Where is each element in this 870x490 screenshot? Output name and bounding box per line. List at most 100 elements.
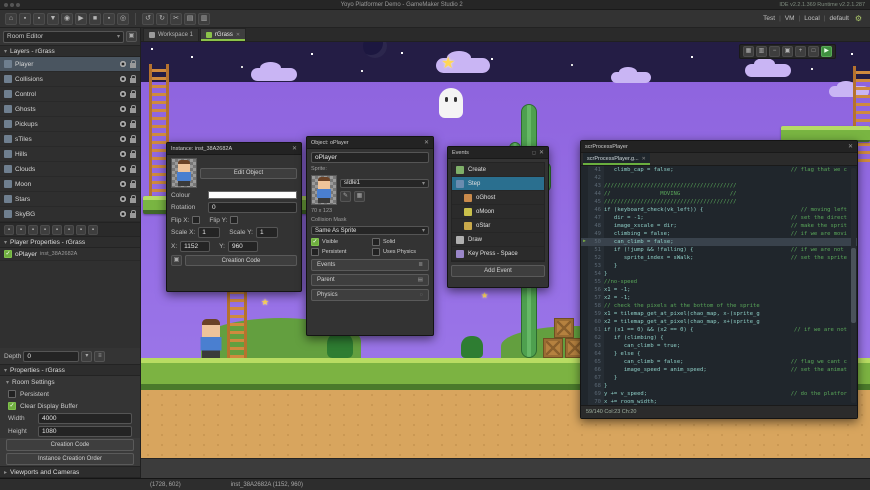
layer-row-skybg[interactable]: SkyBG bbox=[0, 207, 140, 222]
viewports-header[interactable]: ▸ Viewports and Cameras bbox=[0, 466, 140, 478]
clean-icon[interactable]: ▪ bbox=[103, 12, 115, 25]
rotation-input[interactable]: 0 bbox=[208, 202, 297, 213]
player-properties-header[interactable]: ▾ Player Properties - rGrass bbox=[0, 236, 140, 248]
layer-row-stars[interactable]: Stars bbox=[0, 192, 140, 207]
clear-display-buffer-row[interactable]: ✓ Clear Display Buffer bbox=[0, 400, 140, 412]
instance-creation-order-button[interactable]: Instance Creation Order bbox=[6, 453, 134, 465]
persistent-row[interactable]: Persistent bbox=[0, 388, 140, 400]
flip-y-checkbox[interactable] bbox=[230, 216, 239, 224]
rename-layer-icon[interactable]: ▪ bbox=[64, 224, 74, 235]
copy-icon[interactable]: ▤ bbox=[184, 12, 196, 25]
instance-creation-code-button[interactable]: Creation Code bbox=[185, 255, 297, 266]
lock-icon[interactable] bbox=[130, 104, 136, 113]
lock-icon[interactable] bbox=[130, 134, 136, 143]
colour-swatch[interactable] bbox=[208, 191, 297, 199]
lock-icon[interactable] bbox=[130, 74, 136, 83]
edit-object-button[interactable]: Edit Object bbox=[200, 167, 297, 179]
object-name-input[interactable]: oPlayer bbox=[311, 152, 429, 163]
add-tile-layer-icon[interactable]: ▪ bbox=[28, 224, 38, 235]
star-sprite[interactable]: ★ bbox=[261, 298, 269, 307]
layer-row-player[interactable]: Player bbox=[0, 57, 140, 72]
layer-row-pickups[interactable]: Pickups bbox=[0, 117, 140, 132]
layer-row-clouds[interactable]: Clouds bbox=[0, 162, 140, 177]
zoom-in-icon[interactable]: + bbox=[795, 46, 806, 57]
visibility-eye-icon[interactable] bbox=[119, 75, 127, 83]
event-row-ostar[interactable]: oStar bbox=[452, 219, 544, 233]
object-panel-header[interactable]: Object: oPlayer ✕ bbox=[307, 137, 433, 149]
instance-list-row[interactable]: ✓ oPlayer inst_38A2682A bbox=[0, 248, 140, 261]
zoom-100-icon[interactable]: ▣ bbox=[782, 46, 793, 57]
lock-icon[interactable] bbox=[130, 194, 136, 203]
gear-icon[interactable]: ⚙ bbox=[852, 12, 865, 25]
code-scrollbar[interactable] bbox=[851, 168, 856, 403]
depth-menu-icon[interactable]: ≡ bbox=[94, 350, 106, 362]
lock-icon[interactable] bbox=[130, 209, 136, 218]
checkbox-box[interactable] bbox=[311, 248, 319, 256]
debug-icon[interactable]: ◉ bbox=[61, 12, 73, 25]
scale-x-input[interactable]: 1 bbox=[198, 227, 221, 238]
visibility-eye-icon[interactable] bbox=[119, 165, 127, 173]
close-icon[interactable]: ✕ bbox=[292, 145, 297, 152]
checkbox-solid[interactable]: Solid bbox=[372, 238, 429, 246]
events-panel-header[interactable]: Events ◻ ✕ bbox=[448, 147, 548, 159]
zoom-out-icon[interactable]: − bbox=[769, 46, 780, 57]
width-input[interactable]: 4000 bbox=[38, 413, 132, 424]
lock-icon[interactable] bbox=[130, 89, 136, 98]
cut-icon[interactable]: ✂ bbox=[170, 12, 182, 25]
delete-layer-icon[interactable]: ▪ bbox=[88, 224, 98, 235]
close-tab-icon[interactable]: ✕ bbox=[642, 156, 646, 162]
new-project-icon[interactable]: ▪ bbox=[19, 12, 31, 25]
code-tab[interactable]: scrProcessPlayer.g... ✕ bbox=[583, 153, 650, 165]
visibility-eye-icon[interactable] bbox=[119, 120, 127, 128]
add-background-layer-icon[interactable]: ▪ bbox=[52, 224, 62, 235]
visibility-eye-icon[interactable] bbox=[119, 90, 127, 98]
inherit-icon[interactable]: ▣ bbox=[171, 255, 182, 266]
star-sprite[interactable]: ★ bbox=[441, 56, 455, 72]
x-input[interactable]: 1152 bbox=[180, 241, 211, 252]
close-tab-icon[interactable]: ✕ bbox=[236, 32, 240, 38]
close-icon[interactable]: ✕ bbox=[424, 139, 429, 146]
edit-sprite-icon[interactable]: ✎ bbox=[340, 190, 351, 202]
layer-row-control[interactable]: Control bbox=[0, 87, 140, 102]
creation-code-button[interactable]: Creation Code bbox=[6, 439, 134, 451]
checkbox-box[interactable] bbox=[372, 238, 380, 246]
events-button[interactable]: Events ≣ bbox=[311, 259, 429, 271]
lock-icon[interactable] bbox=[130, 119, 136, 128]
tab-workspace-1[interactable]: Workspace 1 bbox=[143, 28, 199, 41]
duplicate-layer-icon[interactable]: ▪ bbox=[76, 224, 86, 235]
lock-icon[interactable] bbox=[130, 149, 136, 158]
event-row-omoon[interactable]: oMoon bbox=[452, 205, 544, 219]
properties-header[interactable]: ▾ Properties - rGrass bbox=[0, 364, 140, 376]
y-input[interactable]: 960 bbox=[227, 241, 258, 252]
play-icon[interactable]: ▶ bbox=[75, 12, 87, 25]
target-icon[interactable]: ◎ bbox=[117, 12, 129, 25]
panel-menu-icon[interactable]: ▣ bbox=[126, 31, 137, 42]
select-sprite-icon[interactable]: ▦ bbox=[354, 190, 365, 202]
stop-icon[interactable]: ■ bbox=[89, 12, 101, 25]
code-panel-header[interactable]: scrProcessPlayer ✕ bbox=[581, 141, 857, 153]
layers-header[interactable]: ▾ Layers - rGrass bbox=[0, 45, 140, 57]
paste-icon[interactable]: ▥ bbox=[198, 12, 210, 25]
instance-panel-header[interactable]: Instance: inst_38A2682A ✕ bbox=[167, 143, 301, 155]
checkbox-uses-physics[interactable]: Uses Physics bbox=[372, 248, 429, 256]
layer-row-collisions[interactable]: Collisions bbox=[0, 72, 140, 87]
add-path-layer-icon[interactable]: ▪ bbox=[40, 224, 50, 235]
height-input[interactable]: 1080 bbox=[38, 426, 132, 437]
checkbox-box[interactable]: ✓ bbox=[311, 238, 319, 246]
ghost-sprite[interactable] bbox=[439, 88, 463, 118]
depth-dropdown-icon[interactable]: ▾ bbox=[81, 350, 93, 362]
editor-selector[interactable]: Room Editor ▾ bbox=[3, 30, 124, 43]
layer-row-moon[interactable]: Moon bbox=[0, 177, 140, 192]
pin-icon[interactable]: ◻ bbox=[532, 150, 536, 156]
window-controls[interactable] bbox=[0, 2, 24, 7]
undo-icon[interactable]: ↺ bbox=[142, 12, 154, 25]
visibility-eye-icon[interactable] bbox=[119, 150, 127, 158]
snap-icon[interactable]: ▥ bbox=[756, 46, 767, 57]
layer-row-ghosts[interactable]: Ghosts bbox=[0, 102, 140, 117]
checkbox-visible[interactable]: ✓ Visible bbox=[311, 238, 368, 246]
lock-icon[interactable] bbox=[130, 164, 136, 173]
visibility-eye-icon[interactable] bbox=[119, 135, 127, 143]
add-instance-layer-icon[interactable]: ▪ bbox=[4, 224, 14, 235]
lock-icon[interactable] bbox=[130, 59, 136, 68]
visibility-eye-icon[interactable] bbox=[119, 105, 127, 113]
